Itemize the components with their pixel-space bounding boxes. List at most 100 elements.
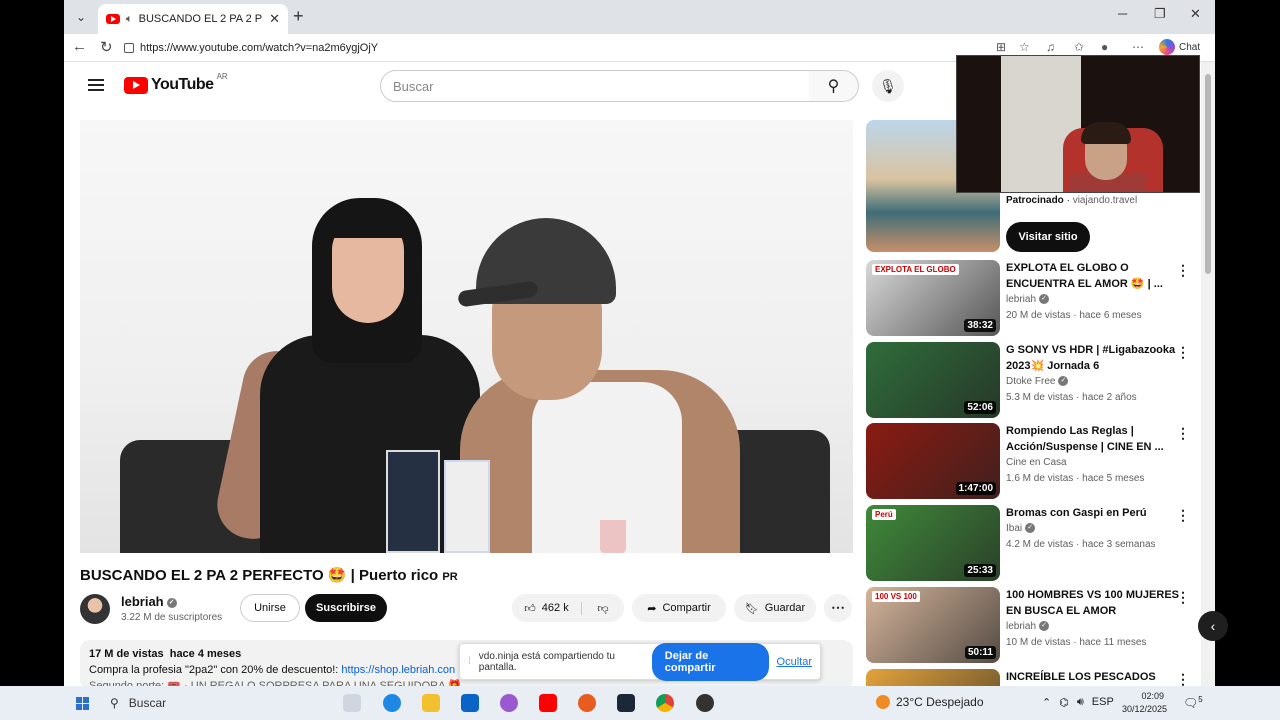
more-options-icon[interactable]: ⋮ <box>1176 425 1190 442</box>
collapse-sidebar-icon[interactable]: ‹ <box>1198 611 1228 641</box>
obs-icon[interactable] <box>578 694 596 712</box>
visit-site-button[interactable]: Visitar sitio <box>1006 222 1090 252</box>
dislike-button[interactable]: 👎︎ <box>582 602 624 615</box>
channel-name[interactable]: lebriah ✓ <box>121 594 177 609</box>
join-button[interactable]: Unirse <box>240 594 300 622</box>
menu-icon[interactable] <box>88 79 104 91</box>
scrollbar[interactable] <box>1201 62 1215 686</box>
media-icon[interactable]: ♫ <box>1046 40 1055 54</box>
close-tab-icon[interactable]: ✕ <box>269 11 280 27</box>
file-explorer-icon[interactable] <box>422 694 440 712</box>
more-options-icon[interactable]: ⋮ <box>1176 671 1190 686</box>
clock-date: 30/12/2025 <box>1122 704 1168 714</box>
profile-icon[interactable]: ● <box>1101 40 1108 54</box>
youtube-app-icon[interactable] <box>539 694 557 712</box>
publish-date: hace 4 meses <box>169 648 242 660</box>
copilot-app-icon[interactable] <box>500 694 518 712</box>
channel-avatar[interactable] <box>80 594 110 624</box>
hide-link[interactable]: Ocultar <box>777 656 812 668</box>
volume-icon[interactable]: 🔊︎ <box>1077 696 1084 709</box>
scrollbar-thumb[interactable] <box>1205 74 1211 274</box>
share-button[interactable]: ➦ Compartir <box>632 594 726 622</box>
recommendation-thumbnail[interactable]: Perú 25:33 <box>866 505 1000 581</box>
description-link[interactable]: https://shop.lebriah.con <box>341 664 455 676</box>
favorites-icon[interactable]: ✩ <box>1074 40 1084 54</box>
verified-icon: ✓ <box>166 597 177 608</box>
more-options-icon[interactable]: ⋯ <box>1132 40 1144 54</box>
tray-chevron-icon[interactable]: ⌃ <box>1042 696 1051 709</box>
task-view-icon[interactable] <box>343 694 361 712</box>
recommendation-title[interactable]: INCREÍBLE LOS PESCADOS <box>1006 669 1186 685</box>
url-field[interactable]: https://www.youtube.com/watch?v=na2m6ygj… <box>124 37 1004 59</box>
recommendation-channel[interactable]: Cine en Casa <box>1006 457 1067 468</box>
save-button[interactable]: 🔖︎ Guardar <box>734 594 816 622</box>
more-options-icon[interactable]: ⋮ <box>1176 507 1190 524</box>
more-options-icon[interactable]: ⋮ <box>1176 589 1190 606</box>
app-icon[interactable] <box>696 694 714 712</box>
recommendation-thumbnail[interactable] <box>866 669 1000 686</box>
recommendation-title[interactable]: Rompiendo Las Reglas | Acción/Suspense |… <box>1006 423 1186 455</box>
video-player[interactable] <box>80 120 853 553</box>
recommendation-thumbnail[interactable]: EXPLOTA EL GLOBO 38:32 <box>866 260 1000 336</box>
recommendation-channel[interactable]: Ibai ✓ <box>1006 523 1036 534</box>
more-actions-icon[interactable]: ⋯ <box>824 594 852 622</box>
video-duration: 1:47:00 <box>955 482 996 495</box>
tab-strip: ⌄ 🔈︎ BUSCANDO EL 2 PA 2 PERFEC ✕ + ─ ❐ ✕ <box>64 0 1215 34</box>
more-options-icon[interactable]: ⋮ <box>1176 262 1190 279</box>
language-indicator[interactable]: ESP <box>1092 696 1114 709</box>
verified-icon: ✓ <box>1039 294 1050 305</box>
recommendation-title[interactable]: 100 HOMBRES VS 100 MUJERES EN BUSCA EL A… <box>1006 587 1186 619</box>
back-icon[interactable]: ← <box>72 38 87 55</box>
new-tab-icon[interactable]: + <box>293 6 304 27</box>
notification-icon[interactable]: 🗨︎5 <box>1183 695 1203 710</box>
recommendation-title[interactable]: Bromas con Gaspi en Perú <box>1006 505 1186 521</box>
recommendation-title[interactable]: EXPLOTA EL GLOBO O ENCUENTRA EL AMOR 🤩 |… <box>1006 260 1186 292</box>
favorite-star-icon[interactable]: ☆ <box>1019 40 1030 54</box>
youtube-logo[interactable]: YouTube AR <box>124 72 228 94</box>
desktop: ⌄ 🔈︎ BUSCANDO EL 2 PA 2 PERFEC ✕ + ─ ❐ ✕… <box>0 0 1280 720</box>
close-window-icon[interactable]: ✕ <box>1190 6 1201 22</box>
drag-handle-icon[interactable]: ⁞ <box>468 656 471 667</box>
recommendation-channel[interactable]: lebriah ✓ <box>1006 621 1050 632</box>
recommendations-rail: Patrocinado · viajando.travel Visitar si… <box>866 120 1206 686</box>
taskbar-search[interactable]: ⚲ Buscar <box>104 690 334 716</box>
search-button[interactable]: ⚲ <box>809 70 859 102</box>
recommendation-channel-name: lebriah <box>1006 621 1037 632</box>
thumbnail-overlay-text: Perú <box>872 509 896 520</box>
copilot-chat-button[interactable]: Chat <box>1159 39 1200 55</box>
windows-start-icon[interactable] <box>76 697 89 710</box>
outlook-icon[interactable] <box>461 694 479 712</box>
recommendation-item[interactable]: 52:06 G SONY VS HDR | #Ligabazooka 2023💥 … <box>866 342 1206 418</box>
recommendation-thumbnail[interactable]: 1:47:00 <box>866 423 1000 499</box>
tab-actions-chevron-icon[interactable]: ⌄ <box>70 6 92 28</box>
network-icon[interactable]: ⌬ <box>1059 696 1069 709</box>
recommendation-channel[interactable]: Dtoke Free ✓ <box>1006 376 1069 387</box>
subscribe-button[interactable]: Suscribirse <box>305 594 387 622</box>
tab-active[interactable]: 🔈︎ BUSCANDO EL 2 PA 2 PERFEC ✕ <box>98 4 288 34</box>
recommendation-item[interactable]: Perú 25:33 Bromas con Gaspi en Perú Ibai ✓ 4.… <box>866 505 1206 581</box>
stop-sharing-button[interactable]: Dejar de compartir <box>651 642 769 681</box>
recommendation-item[interactable]: 1:47:00 Rompiendo Las Reglas | Acción/Sus… <box>866 423 1206 499</box>
more-options-icon[interactable]: ⋮ <box>1176 344 1190 361</box>
recommendation-item[interactable]: EXPLOTA EL GLOBO 38:32 EXPLOTA EL GLOBO O … <box>866 260 1206 336</box>
minimize-icon[interactable]: ─ <box>1118 6 1127 21</box>
recommendation-item[interactable]: INCREÍBLE LOS PESCADOS ⋮ <box>866 669 1206 686</box>
recommendation-channel[interactable]: lebriah ✓ <box>1006 294 1050 305</box>
search-input[interactable]: Buscar <box>380 70 810 102</box>
steam-icon[interactable] <box>617 694 635 712</box>
youtube-wordmark: YouTube <box>151 76 214 93</box>
reload-icon[interactable]: ↻ <box>100 38 113 56</box>
voice-search-button[interactable]: 🎙︎ <box>872 70 904 102</box>
restore-icon[interactable]: ❐ <box>1154 6 1166 22</box>
recommendation-thumbnail[interactable]: 52:06 <box>866 342 1000 418</box>
clock[interactable]: 02:09 30/12/2025 <box>1122 690 1168 716</box>
recommendation-title[interactable]: G SONY VS HDR | #Ligabazooka 2023💥 Jorna… <box>1006 342 1186 374</box>
edge-icon[interactable] <box>383 694 401 712</box>
speaker-icon[interactable]: 🔈︎ <box>126 13 133 26</box>
recommendation-item[interactable]: 100 VS 100 50:11 100 HOMBRES VS 100 MUJERE… <box>866 587 1206 663</box>
app-available-icon[interactable]: ⊞ <box>996 40 1006 54</box>
chrome-icon[interactable] <box>656 694 674 712</box>
recommendation-thumbnail[interactable]: 100 VS 100 50:11 <box>866 587 1000 663</box>
like-button[interactable]: 👍︎ 462 k <box>512 601 582 615</box>
weather-widget[interactable]: 23°C Despejado <box>876 695 984 709</box>
